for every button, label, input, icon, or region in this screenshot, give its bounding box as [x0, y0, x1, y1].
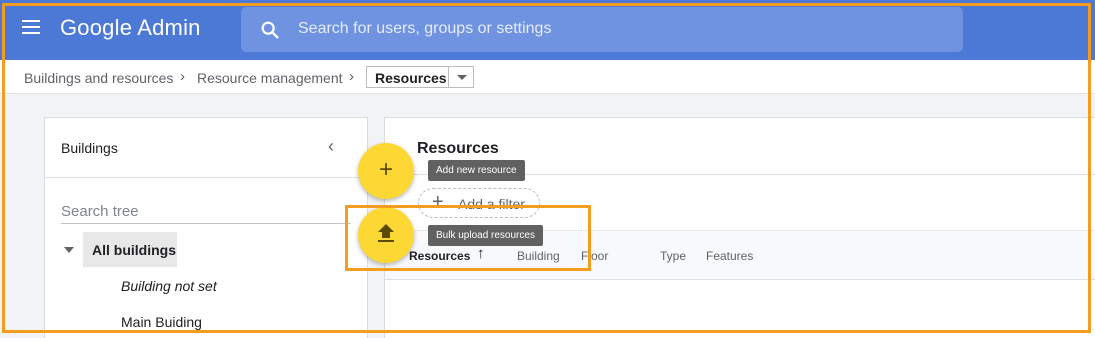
- hamburger-menu-icon[interactable]: [22, 20, 42, 36]
- breadcrumb-buildings-and-resources[interactable]: Buildings and resources: [24, 70, 173, 86]
- dropdown-divider: [448, 67, 449, 87]
- expand-caret-icon[interactable]: [64, 247, 74, 253]
- search-tree-input[interactable]: [61, 200, 351, 224]
- upload-icon-stem: [382, 232, 390, 238]
- breadcrumb-current-label: Resources: [375, 70, 447, 86]
- plus-icon: +: [432, 191, 444, 213]
- upload-icon-base: [378, 240, 394, 242]
- breadcrumb-current-dropdown[interactable]: Resources: [366, 66, 474, 88]
- upload-icon: [378, 224, 394, 232]
- bulk-upload-button[interactable]: [358, 207, 414, 263]
- arrow-upward-icon[interactable]: ↑: [477, 245, 485, 262]
- buildings-panel: Buildings ‹ All buildings Building not s…: [44, 117, 368, 338]
- add-filter-button[interactable]: + Add a filter: [418, 188, 540, 218]
- bulk-upload-tooltip: Bulk upload resources: [428, 225, 543, 246]
- column-header-type[interactable]: Type: [660, 249, 686, 263]
- resources-panel-title: Resources: [417, 140, 499, 157]
- search-input[interactable]: [298, 17, 938, 41]
- collapse-panel-chevron-left-icon[interactable]: ‹: [328, 137, 344, 155]
- column-header-resources[interactable]: Resources: [409, 249, 470, 263]
- tree-item-building-not-set[interactable]: Building not set: [121, 278, 217, 294]
- tree-item-all-buildings[interactable]: All buildings: [83, 232, 177, 267]
- add-filter-label: Add a filter: [458, 196, 525, 212]
- tree-item-main-building[interactable]: Main Buiding: [121, 314, 202, 330]
- breadcrumb: Buildings and resources › Resource manag…: [0, 60, 1095, 94]
- app-brand[interactable]: Google Admin: [60, 15, 201, 41]
- buildings-panel-title: Buildings: [61, 140, 118, 156]
- search-icon: [261, 21, 279, 39]
- breadcrumb-separator: ›: [349, 68, 354, 85]
- column-header-floor[interactable]: Floor: [581, 249, 608, 263]
- column-header-features[interactable]: Features: [706, 249, 753, 263]
- top-bar: Google Admin: [0, 0, 1095, 60]
- search-box[interactable]: [241, 7, 963, 52]
- panel-divider: [45, 177, 367, 178]
- add-new-resource-tooltip: Add new resource: [428, 160, 525, 181]
- add-new-resource-button[interactable]: +: [358, 143, 414, 199]
- tree-item-label: All buildings: [92, 242, 176, 258]
- chevron-down-icon[interactable]: [457, 75, 467, 80]
- breadcrumb-resource-management[interactable]: Resource management: [197, 70, 343, 86]
- plus-icon: +: [378, 156, 393, 183]
- column-header-building[interactable]: Building: [517, 249, 560, 263]
- breadcrumb-separator: ›: [180, 68, 185, 85]
